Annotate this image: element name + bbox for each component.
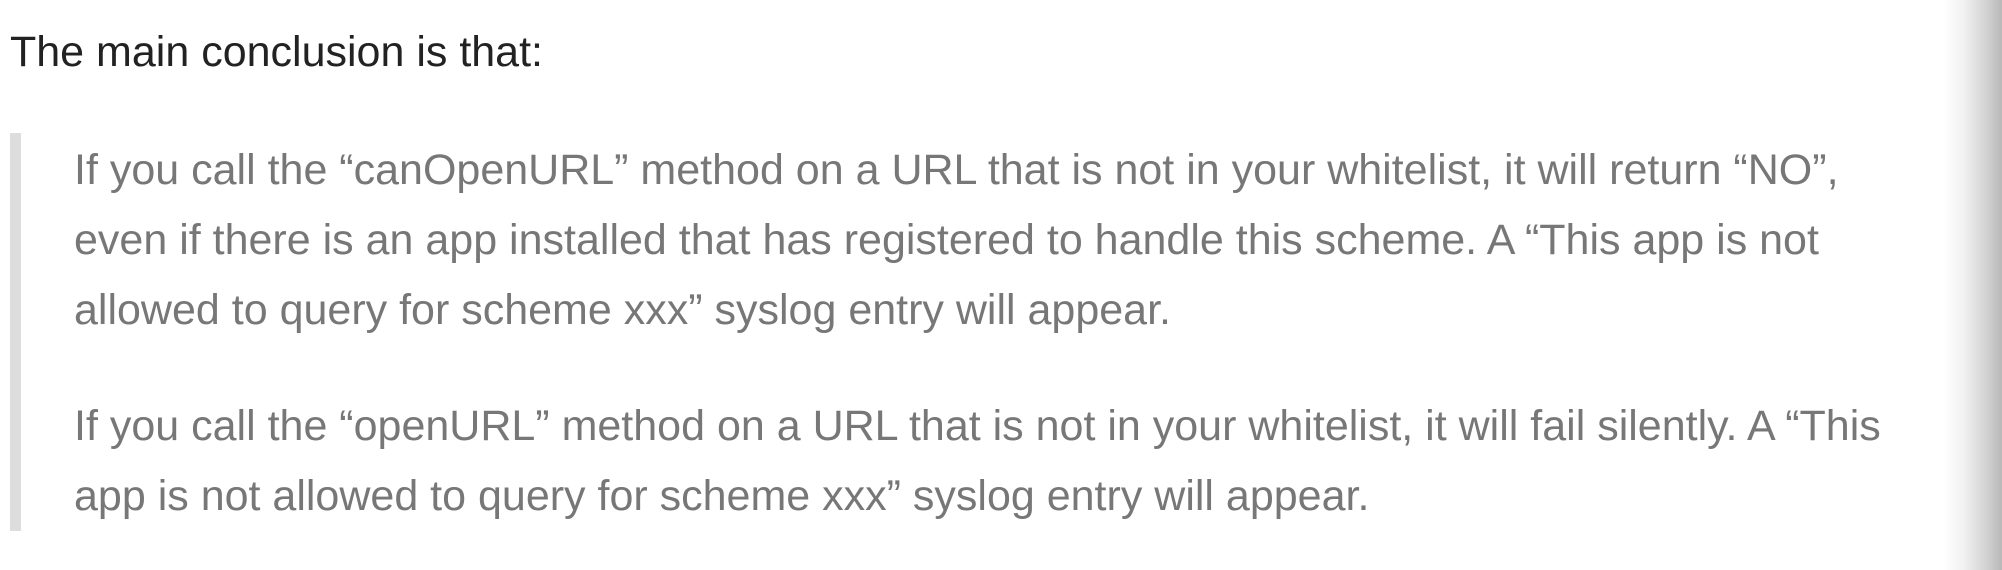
- intro-text: The main conclusion is that:: [10, 28, 543, 76]
- quote-paragraph-openurl: If you call the “openURL” method on a UR…: [74, 391, 1881, 531]
- quote-line: If you call the “openURL” method on a UR…: [74, 402, 1881, 450]
- quote-line: allowed to query for scheme xxx” syslog …: [74, 286, 1171, 334]
- blockquote: If you call the “canOpenURL” method on a…: [10, 133, 2002, 531]
- quote-paragraph-canopenurl: If you call the “canOpenURL” method on a…: [74, 135, 1839, 345]
- quote-line: even if there is an app installed that h…: [74, 216, 1819, 264]
- article-excerpt: The main conclusion is that: If you call…: [0, 0, 2002, 570]
- quote-line: app is not allowed to query for scheme x…: [74, 472, 1370, 520]
- quote-line: If you call the “canOpenURL” method on a…: [74, 146, 1839, 194]
